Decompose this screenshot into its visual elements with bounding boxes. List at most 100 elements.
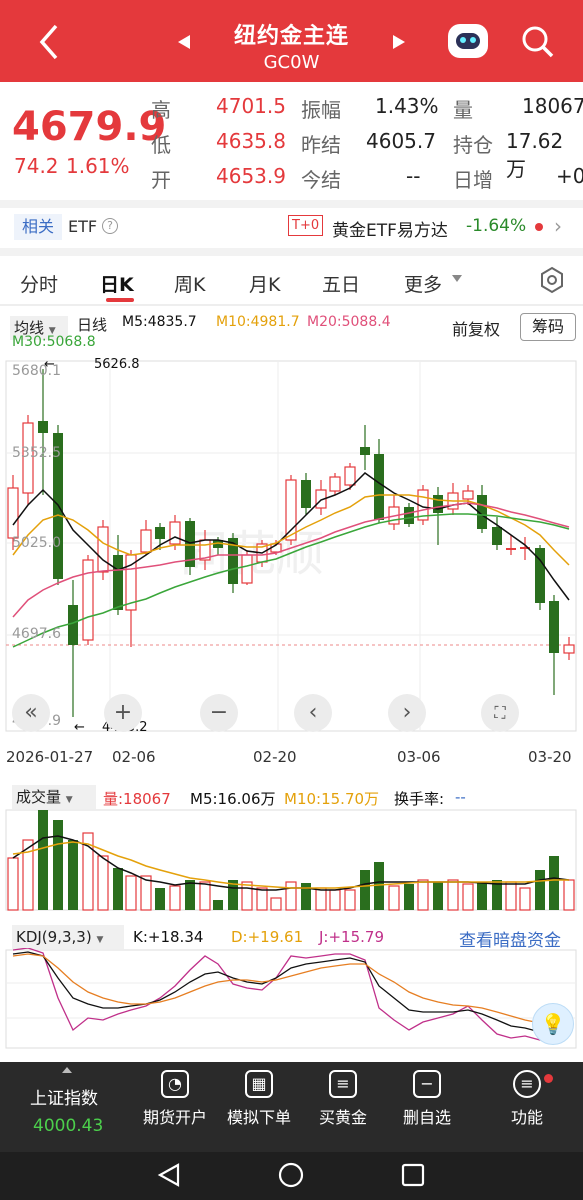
divider: [0, 200, 583, 208]
expand-up-icon[interactable]: [62, 1067, 72, 1073]
etf-fund-change: -1.64%: [466, 216, 527, 236]
chevron-right-icon[interactable]: ›: [554, 214, 562, 238]
tab-month-k[interactable]: 月K: [249, 270, 280, 297]
search-icon[interactable]: [521, 25, 555, 59]
axis-label-3: 5025.0: [12, 535, 61, 551]
simulated-order-label: 模拟下单: [226, 1108, 291, 1127]
kdj-indicator-select[interactable]: KDJ(9,3,3) ▼: [12, 925, 124, 949]
tab-day-k[interactable]: 日K: [100, 270, 134, 297]
notification-dot-icon: [544, 1074, 553, 1083]
system-recents-icon[interactable]: [400, 1162, 426, 1188]
kdj-select-label: KDJ(9,3,3): [16, 928, 92, 946]
zoom-out-icon[interactable]: −: [200, 694, 238, 732]
active-tab-indicator: [106, 298, 134, 302]
kdj-k: K:+18.34: [133, 928, 204, 946]
amplitude-value: 1.43%: [375, 94, 439, 118]
adjust-mode[interactable]: 前复权: [452, 316, 500, 340]
tab-time-share[interactable]: 分时: [20, 270, 58, 297]
tab-more[interactable]: 更多: [404, 270, 442, 297]
volume-indicator-select[interactable]: 成交量 ▼: [12, 785, 96, 809]
volume-value: 量:18067: [103, 790, 171, 808]
etf-fund-name[interactable]: 黄金ETF易方达: [332, 216, 448, 241]
quote-panel: 4679.9 74.2 1.61% 高 4701.5 低 4635.8 开 46…: [0, 82, 583, 200]
futures-account-button[interactable]: ◔ 期货开户: [130, 1068, 220, 1128]
functions-label: 功能: [510, 1108, 543, 1127]
candlestick-chart[interactable]: 同花顺: [0, 355, 583, 745]
open-interest-label: 持仓: [453, 133, 493, 157]
fullscreen-icon[interactable]: ⛶: [481, 694, 519, 732]
volume-label: 量: [453, 98, 473, 122]
ma10-value: M10:4981.7: [216, 314, 300, 330]
date-label-1: 02-06: [112, 748, 156, 766]
prev-settle-value: 4605.7: [366, 129, 436, 153]
remove-watchlist-label: 删自选: [402, 1108, 451, 1127]
next-icon[interactable]: ›: [388, 694, 426, 732]
system-home-icon[interactable]: [278, 1162, 304, 1188]
menu-icon: ≡: [513, 1070, 541, 1098]
kdj-j: J:+15.79: [319, 928, 384, 946]
index-value: 4000.43: [33, 1116, 104, 1136]
date-label-2: 02-20: [253, 748, 297, 766]
minus-icon: −: [413, 1070, 441, 1098]
volume-value: 18067: [522, 94, 583, 118]
functions-button[interactable]: ≡ 功能: [482, 1068, 572, 1128]
low-label: 低: [151, 133, 171, 157]
zoom-in-icon[interactable]: +: [104, 694, 142, 732]
daily-increase-label: 日增: [453, 168, 493, 192]
page-title: 纽约金主连: [233, 24, 349, 49]
live-dot-icon: [535, 223, 543, 231]
chip-button[interactable]: 筹码: [520, 313, 576, 341]
settings-gear-icon[interactable]: [538, 266, 566, 294]
tab-five-day[interactable]: 五日: [322, 270, 360, 297]
volume-chart[interactable]: [0, 808, 583, 912]
related-tag: 相关: [14, 214, 62, 240]
prev-settle-label: 昨结: [301, 133, 341, 157]
low-value: 4635.8: [216, 129, 286, 153]
high-label: 高: [151, 98, 171, 122]
axis-label-2: 5352.5: [12, 445, 61, 461]
system-back-icon[interactable]: [156, 1162, 182, 1188]
date-label-3: 03-06: [397, 748, 441, 766]
ma5-value: M5:4835.7: [122, 314, 197, 330]
scroll-left-icon[interactable]: «: [12, 694, 50, 732]
system-nav-bar: [0, 1152, 583, 1200]
index-name[interactable]: 上证指数: [30, 1084, 98, 1109]
ma30-value: M30:5068.8: [12, 334, 96, 350]
axis-label-4: 4697.6: [12, 626, 61, 642]
tab-week-k[interactable]: 周K: [174, 270, 205, 297]
price-change: 74.2: [14, 154, 59, 178]
simulated-order-button[interactable]: ▦ 模拟下单: [214, 1068, 304, 1128]
futures-account-label: 期货开户: [142, 1108, 207, 1127]
ma20-value: M20:5088.4: [307, 314, 391, 330]
lightbulb-icon[interactable]: 💡: [532, 1003, 574, 1045]
etf-label[interactable]: ETF: [68, 217, 97, 236]
turnover-value: --: [455, 788, 466, 806]
prev-icon[interactable]: ‹: [294, 694, 332, 732]
today-settle-label: 今结: [301, 168, 341, 192]
robot-assistant-icon[interactable]: [448, 24, 488, 58]
date-label-4: 03-20: [528, 748, 572, 766]
remove-watchlist-button[interactable]: − 删自选: [382, 1068, 472, 1128]
kdj-chart[interactable]: [0, 948, 583, 1050]
open-label: 开: [151, 168, 171, 192]
buy-gold-button[interactable]: ≡ 买黄金: [298, 1068, 388, 1128]
volume-m10: M10:15.70万: [284, 790, 380, 808]
date-label-0: 2026-01-27: [6, 748, 94, 766]
high-value: 4701.5: [216, 94, 286, 118]
buy-gold-icon: ≡: [329, 1070, 357, 1098]
volume-select-label: 成交量: [16, 788, 62, 806]
volume-m5: M5:16.06万: [190, 790, 276, 808]
simulate-icon: ▦: [245, 1070, 273, 1098]
period-label: 日线: [77, 316, 108, 334]
high-marker: 5626.8: [94, 357, 140, 372]
last-price: 4679.9: [12, 104, 167, 150]
divider: [0, 248, 583, 256]
next-contract-icon[interactable]: [393, 35, 405, 49]
top-bar: 纽约金主连 GC0W: [0, 0, 583, 82]
contract-code: GC0W: [263, 52, 320, 73]
account-icon: ◔: [161, 1070, 189, 1098]
dropdown-arrow-icon[interactable]: [452, 275, 462, 282]
help-icon[interactable]: ?: [102, 218, 118, 234]
open-value: 4653.9: [216, 164, 286, 188]
daily-increase-value: +0: [556, 164, 583, 188]
